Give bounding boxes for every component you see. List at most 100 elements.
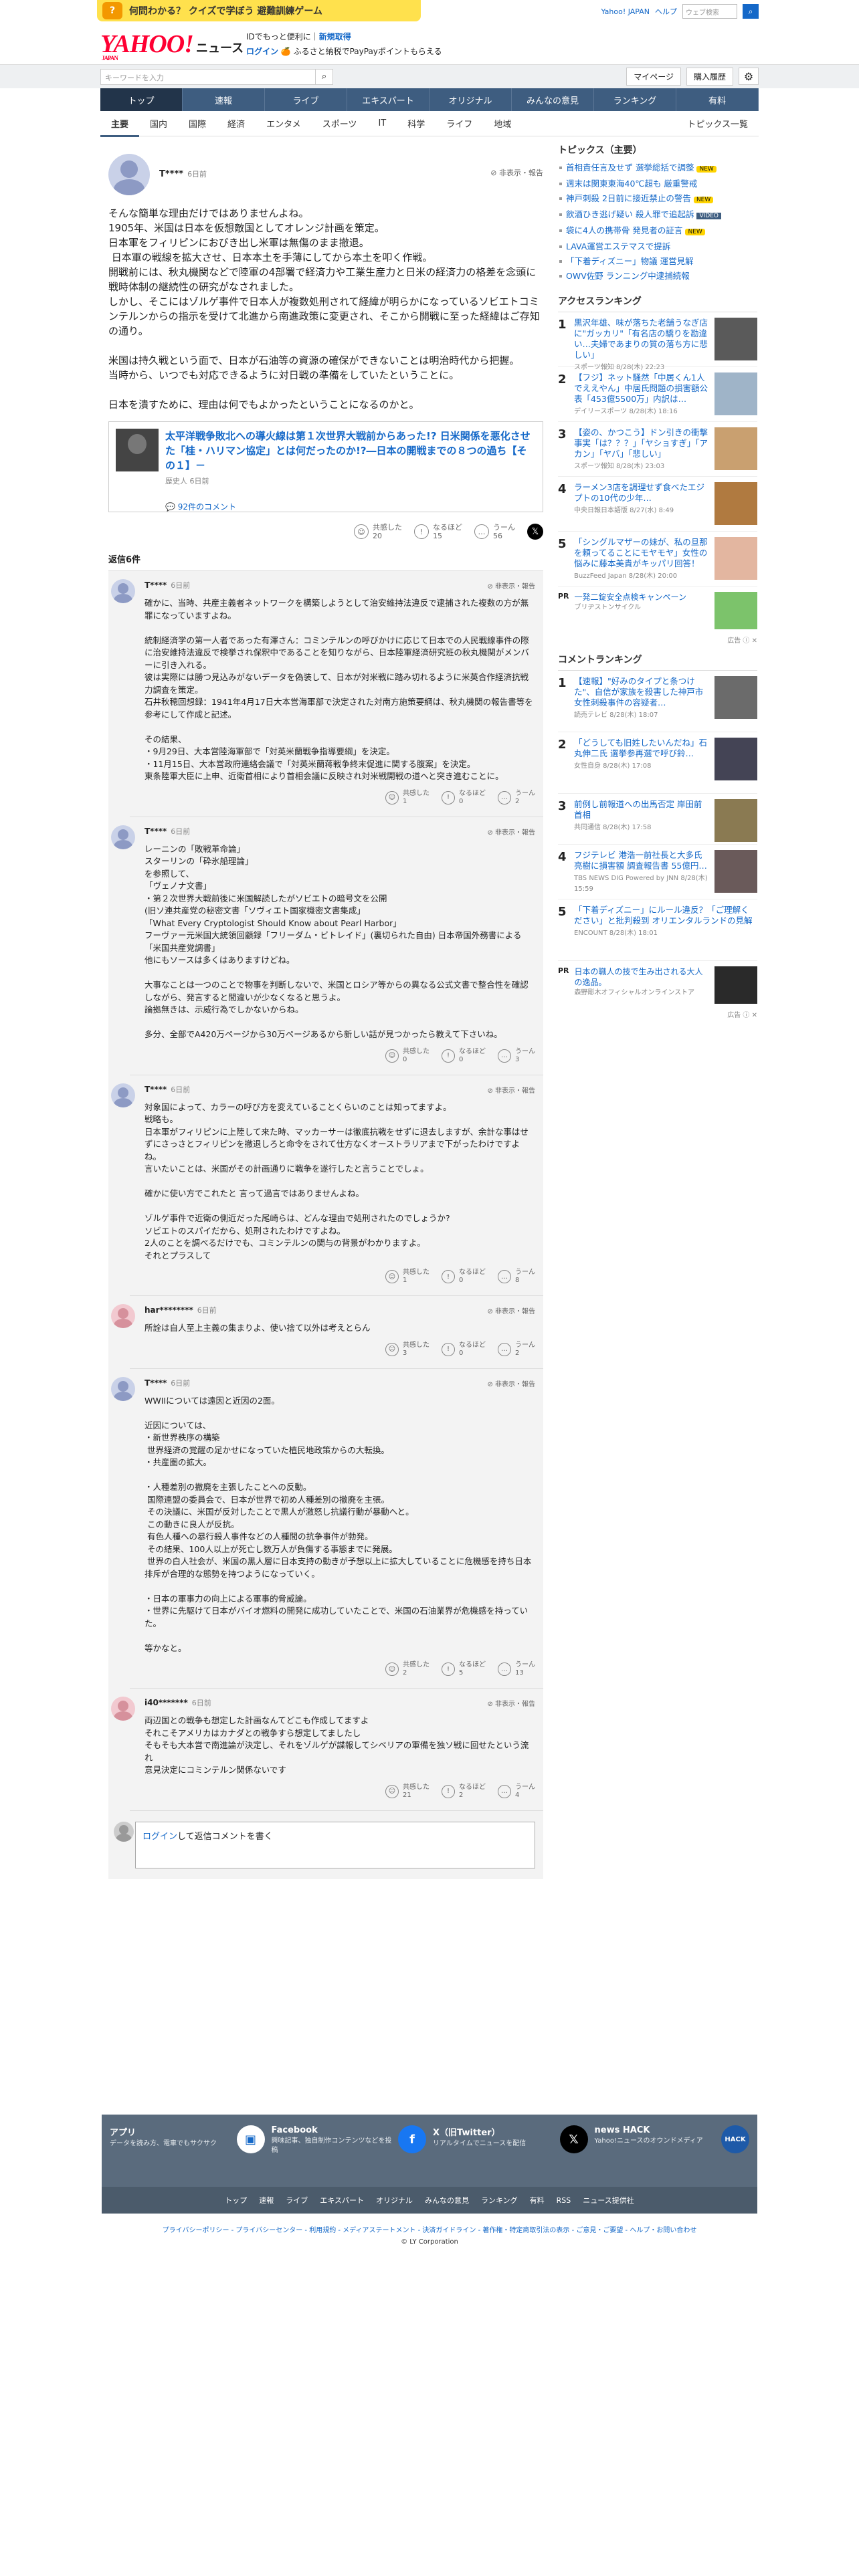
ranking-item[interactable]: 5 「下着ディズニー」にルール違反？「ご理解ください」と批判殺到 オリエンタルラン… (558, 899, 757, 961)
pr-item[interactable]: PR 一発二錠安全点検キャンペーン ブリヂストンサイクル (558, 586, 757, 635)
search-icon[interactable]: ⌕ (743, 4, 759, 19)
legal-links[interactable]: プライバシーポリシー - プライバシーセンター - 利用規約 - メディアステー… (0, 2224, 859, 2234)
footer-link[interactable]: RSS (557, 2196, 571, 2205)
ad-info-icon[interactable]: 広告 ⓘ ✕ (558, 635, 757, 645)
tab-expert[interactable]: エキスパート (347, 88, 430, 111)
subnav-it[interactable]: IT (367, 118, 397, 128)
footer-link[interactable]: トップ (225, 2195, 247, 2206)
web-search-input[interactable]: ウェブ検索 (682, 4, 737, 19)
report-link[interactable]: ⊘ 非表示・報告 (487, 827, 535, 837)
footer-link[interactable]: エキスパート (320, 2195, 364, 2206)
gear-icon[interactable]: ⚙ (739, 68, 759, 85)
topic-item[interactable]: 神戸刺殺 2日前に接近禁止の警告 NEW (558, 191, 757, 207)
reply-textbox[interactable]: ログインして返信コメントを書く (135, 1821, 535, 1868)
subnav-world[interactable]: 国際 (178, 117, 217, 130)
empathy-button[interactable]: ☺ 共感した 21 (385, 1784, 430, 1800)
search-icon[interactable]: ⌕ (316, 68, 333, 85)
subnav-domestic[interactable]: 国内 (139, 117, 178, 130)
help-link[interactable]: ヘルプ (655, 6, 677, 17)
subnav-main[interactable]: 主要 (100, 117, 140, 137)
ad-info-icon[interactable]: 広告 ⓘ ✕ (558, 1009, 757, 1019)
report-link[interactable]: ⊘ 非表示・報告 (490, 167, 543, 178)
subnav-economy[interactable]: 経済 (217, 117, 256, 130)
empathy-button[interactable]: ☺ 共感した 0 (385, 1048, 430, 1064)
insightful-button[interactable]: ! なるほど 5 (442, 1661, 486, 1677)
subnav-local[interactable]: 地域 (483, 117, 522, 130)
tab-breaking[interactable]: 速報 (183, 88, 265, 111)
article-comments-link[interactable]: 💬 92件のコメント (165, 501, 536, 512)
hmm-button[interactable]: … うーん 3 (498, 1048, 535, 1064)
topics-list-link[interactable]: トピックス一覧 (676, 117, 759, 130)
ranking-item[interactable]: 2 【フジ】ネット騒然「中居くん1人でええやん」中居氏問題の損害額公表「453億5… (558, 367, 757, 422)
hmm-button[interactable]: … うーん 2 (498, 790, 535, 806)
tab-ranking[interactable]: ランキング (594, 88, 676, 111)
report-link[interactable]: ⊘ 非表示・報告 (487, 1378, 535, 1388)
tab-paid[interactable]: 有料 (676, 88, 759, 111)
footer-facebook[interactable]: Facebook 興味記事、独自制作コンテンツなどを投稿 f (272, 2125, 426, 2176)
keyword-input[interactable]: キーワードを入力 (100, 68, 316, 85)
hmm-button[interactable]: … うーん 2 (498, 1341, 535, 1358)
tab-opinion[interactable]: みんなの意見 (512, 88, 594, 111)
yahoo-japan-link[interactable]: Yahoo! JAPAN (601, 7, 650, 16)
report-link[interactable]: ⊘ 非表示・報告 (487, 1305, 535, 1315)
yahoo-news-logo[interactable]: YAHOO! ニュース JAPAN (100, 29, 244, 62)
x-share-icon[interactable]: 𝕏 (527, 524, 543, 540)
footer-link[interactable]: ライブ (286, 2195, 308, 2206)
mypage-button[interactable]: マイページ (626, 68, 681, 86)
insightful-button[interactable]: ! なるほど 0 (442, 1341, 486, 1358)
pr-item[interactable]: PR 日本の職人の技で生み出される大人の逸品。 森野彫木オフィシャルオンラインストア (558, 961, 757, 1009)
tab-original[interactable]: オリジナル (430, 88, 512, 111)
empathy-button[interactable]: ☺ 共感した 20 (354, 523, 402, 540)
footer-x[interactable]: X（旧Twitter） リアルタイムでニュースを配信 𝕏 (433, 2125, 588, 2176)
topic-item[interactable]: LAVA運営エステマスで提訴 (558, 239, 757, 254)
tab-top[interactable]: トップ (100, 88, 183, 111)
empathy-button[interactable]: ☺ 共感した 2 (385, 1661, 430, 1677)
hmm-button[interactable]: … うーん 8 (498, 1269, 535, 1285)
purchase-history-button[interactable]: 購入履歴 (686, 68, 733, 86)
linked-article-card[interactable]: 太平洋戦争敗北への導火線は第１次世界大戦前からあった!? 日米関係を悪化させた「… (108, 421, 543, 512)
ranking-item[interactable]: 1 【速報】"好みのタイプと条つけた"、自信が家族を殺害した神戸市女性刺殺事件の容… (558, 671, 757, 732)
article-title[interactable]: 太平洋戦争敗北への導火線は第１次世界大戦前からあった!? 日米関係を悪化させた「… (165, 429, 536, 473)
subnav-entertainment[interactable]: エンタメ (256, 117, 312, 130)
register-link[interactable]: 新規取得 (319, 32, 351, 41)
login-link[interactable]: ログイン (142, 1832, 177, 1842)
insightful-button[interactable]: ! なるほど 15 (414, 523, 462, 540)
report-link[interactable]: ⊘ 非表示・報告 (487, 580, 535, 591)
ranking-item[interactable]: 4 フジテレビ 港浩一前社長と大多氏亮樹に損害額 調査報告書 55億円… TBS N… (558, 845, 757, 899)
empathy-button[interactable]: ☺ 共感した 3 (385, 1341, 430, 1358)
report-link[interactable]: ⊘ 非表示・報告 (487, 1085, 535, 1095)
ranking-item[interactable]: 1 黒沢年雄、味が落ちた老舗うなぎ店に"ガッカリ"「有名店の驕りを勘違い…夫婦であ… (558, 312, 757, 371)
report-link[interactable]: ⊘ 非表示・報告 (487, 1698, 535, 1708)
tab-live[interactable]: ライブ (265, 88, 347, 111)
topic-item[interactable]: 飲酒ひき逃げ疑い 殺人罪で追起訴 VIDEO (558, 207, 757, 223)
ranking-item[interactable]: 4 ラーメン3店を調理せず食べたエジプトの10代の少年… 中央日報日本語版 8/27… (558, 477, 757, 532)
ranking-item[interactable]: 3 前例し前報道への出馬否定 岸田前首相 共同通信 8/28(木) 17:58 (558, 794, 757, 845)
footer-newshack[interactable]: news HACK Yahoo!ニュースのオウンドメディア HACK (595, 2125, 749, 2176)
insightful-button[interactable]: ! なるほど 0 (442, 790, 486, 806)
hmm-button[interactable]: … うーん 4 (498, 1784, 535, 1800)
topic-item[interactable]: OWV佐野 ランニング中逮捕続報 (558, 269, 757, 284)
footer-link[interactable]: ランキング (481, 2195, 518, 2206)
login-link[interactable]: ログイン (246, 47, 278, 56)
footer-app[interactable]: アプリ データを読み方、電車でもサクサク ▣ (110, 2125, 265, 2176)
insightful-button[interactable]: ! なるほど 2 (442, 1784, 486, 1800)
topic-item[interactable]: 袋に4人の携帯骨 発見者の証言 NEW (558, 223, 757, 239)
footer-link[interactable]: オリジナル (376, 2195, 413, 2206)
ranking-item[interactable]: 3 【姿の、かつこう】ドン引きの衝撃事実「は？？？」「ヤショすぎ」「アカン」「ヤバ… (558, 422, 757, 477)
topic-item[interactable]: 週末は関東東海40℃超も 厳重警戒 (558, 177, 757, 191)
footer-link[interactable]: 速報 (259, 2195, 274, 2206)
footer-link[interactable]: ニュース提供社 (583, 2195, 634, 2206)
promo-banner[interactable]: ? 何問わかる？ クイズで学ぼう 避難訓練ゲーム (97, 0, 421, 21)
topic-item[interactable]: 「下着ディズニー」物議 運営見解 (558, 254, 757, 269)
insightful-button[interactable]: ! なるほど 0 (442, 1048, 486, 1064)
hmm-button[interactable]: … うーん 56 (474, 523, 515, 540)
topic-item[interactable]: 首相責任言及せず 選挙総括で調整 NEW (558, 160, 757, 177)
insightful-button[interactable]: ! なるほど 0 (442, 1269, 486, 1285)
subnav-science[interactable]: 科学 (397, 117, 436, 130)
subnav-sports[interactable]: スポーツ (312, 117, 368, 130)
ranking-item[interactable]: 2 「どうしても旧姓したいんだね」石丸伸二氏 選挙参再選で呼び鈴… 女性自身 8/2… (558, 732, 757, 794)
empathy-button[interactable]: ☺ 共感した 1 (385, 1269, 430, 1285)
subnav-life[interactable]: ライフ (436, 117, 483, 130)
hmm-button[interactable]: … うーん 13 (498, 1661, 535, 1677)
ranking-item[interactable]: 5 「シングルマザーの妹が、私の旦那を頼ってることにモヤモヤ」女性の悩みに藤本美貴… (558, 532, 757, 586)
